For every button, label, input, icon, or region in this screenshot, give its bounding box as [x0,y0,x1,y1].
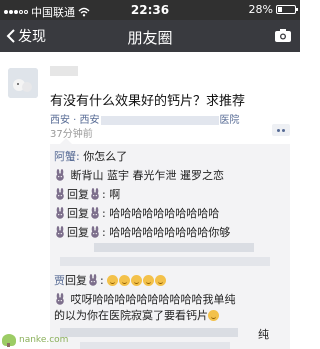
laugh-emoji-icon [208,310,219,321]
comment-text: : 啊 [102,188,121,201]
tree-logo-icon [2,334,16,347]
comment-text: 的以为你在医院寂寞了要看钙片 [54,309,208,322]
comment-item[interactable]: 阿蟹: 你怎么了 [54,148,127,164]
comment-text: 断背山 蓝宇 春光乍泄 暹罗之恋 [67,169,224,182]
bunny-avatar-icon [54,293,66,305]
redacted-strip [60,257,270,266]
commenter-name[interactable]: 贾 [54,274,65,287]
avatar[interactable] [8,68,38,98]
comment-item[interactable]: 回复 : 啊 [54,186,120,202]
bunny-avatar-icon [54,207,66,219]
redacted-strip [80,342,230,349]
comment-text: 哎呀哈哈哈哈哈哈哈哈哈哈我单纯 [67,293,236,306]
comment-colon: : [100,274,104,287]
comment-item[interactable]: 哎呀哈哈哈哈哈哈哈哈哈哈我单纯 [54,291,236,307]
nav-bar: 发现 朋友圈 [0,20,300,52]
comment-text: 你怎么了 [79,150,128,163]
battery-group: 28% [248,3,298,16]
reply-label: 回复 [65,274,87,287]
bunny-avatar-icon [54,226,66,238]
reply-label: 回复 [67,207,89,220]
laugh-emoji-icon [143,275,155,286]
comment-list: 阿蟹: 你怎么了 断背山 蓝宇 春光乍泄 暹罗之恋 回复 : 啊 回复 : 哈哈哈哈… [50,138,290,349]
comment-item[interactable]: 断背山 蓝宇 春光乍泄 暹罗之恋 [54,167,224,183]
camera-button[interactable] [274,28,292,47]
battery-percent: 28% [248,3,273,16]
post-text: 有没有什么效果好的钙片？求推荐 [50,94,246,109]
redacted-strip [60,328,238,337]
bunny-avatar-icon [54,169,66,181]
moment-post: 有没有什么效果好的钙片？求推荐 西安 · 西安 医院 37分钟前 阿蟹: 你怎么了… [0,52,300,349]
watermark-text: nanke.com [19,335,69,345]
redacted-strip [94,243,254,252]
laugh-emoji-icon [131,275,143,286]
comment-continuation: 的以为你在医院寂寞了要看钙片 [54,307,220,323]
comment-more-button[interactable] [272,124,290,136]
comment-text: : 哈哈哈哈哈哈哈哈哈哈 [102,207,220,220]
reply-label: 回复 [67,188,89,201]
location-redacted [100,115,219,125]
laugh-emoji-icon [107,275,119,286]
laugh-emoji-icon [155,275,167,286]
page-title: 朋友圈 [127,29,173,47]
bunny-avatar-icon [87,274,99,286]
bunny-avatar-icon [89,207,101,219]
comment-item[interactable]: 回复 : 哈哈哈哈哈哈哈哈哈你够 [54,224,230,240]
bunny-avatar-icon [89,188,101,200]
laugh-emoji-icon [119,275,131,286]
camera-icon [275,29,291,42]
comment-text: : 哈哈哈哈哈哈哈哈哈你够 [102,226,231,239]
bunny-avatar-icon [54,188,66,200]
commenter-name[interactable]: 阿蟹: [54,150,80,163]
comment-item[interactable]: 回复 : 哈哈哈哈哈哈哈哈哈哈 [54,205,219,221]
location-suffix: 医院 [219,115,240,126]
avatar-image [8,68,38,98]
reply-label: 回复 [67,226,89,239]
comment-item[interactable]: 贾回复: [54,272,167,288]
status-bar: 中国联通 22:36 28% [0,0,300,20]
watermark: nanke.com [2,334,69,347]
bunny-avatar-icon [89,226,101,238]
comment-fragment: 纯 [258,328,269,341]
location-link[interactable]: 西安 · 西安 医院 [50,111,240,126]
username-redacted [50,66,78,76]
battery-icon [276,5,298,14]
